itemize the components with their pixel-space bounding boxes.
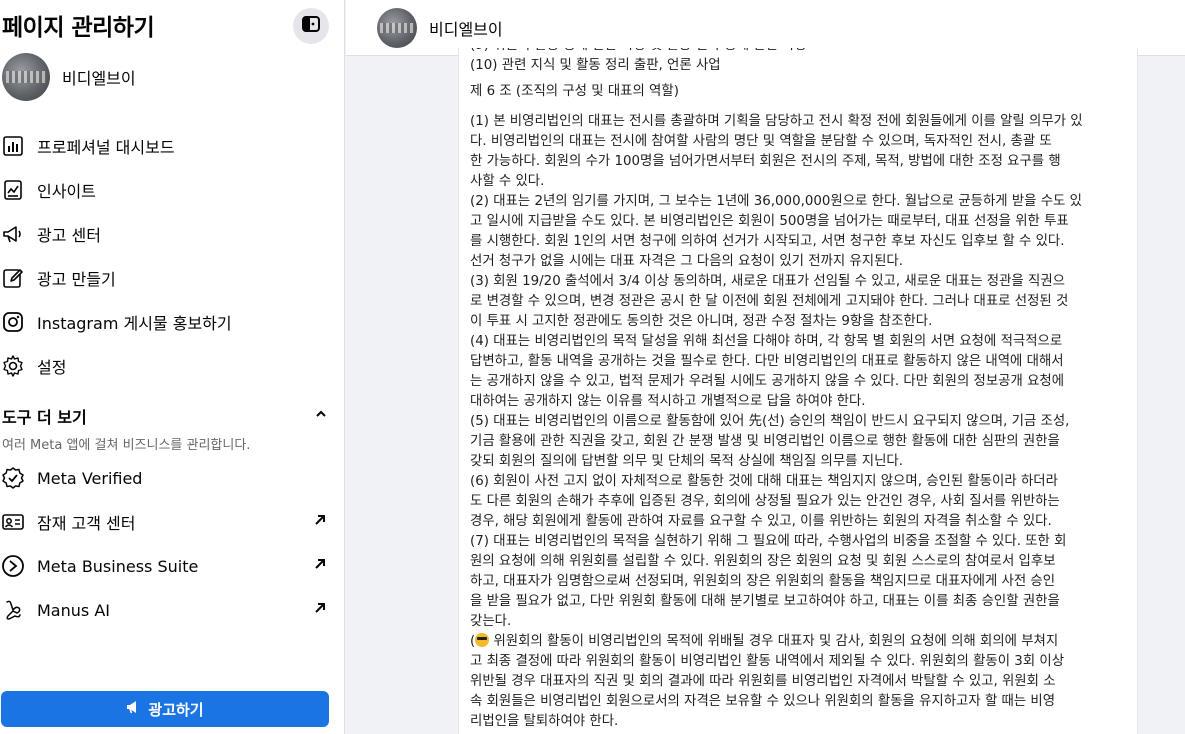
tools-section-header[interactable]: 도구 더 보기 여러 Meta 앱에 걸쳐 비즈니스를 관리합니다.	[2, 404, 332, 453]
insights-icon	[0, 177, 26, 203]
sunglasses-emoji-icon	[475, 633, 490, 647]
header-avatar[interactable]	[377, 7, 417, 48]
header-page-name[interactable]: 비디엘브이	[429, 16, 503, 40]
paragraph-8: ( 위원회의 활동이 비영리법인의 목적에 위배될 경우 대표자 및 감사, 회…	[470, 633, 1065, 729]
sidebar-item-audience-center[interactable]: 잠재 고객 센터	[0, 500, 345, 544]
sidebar-item-professional-dashboard[interactable]: 프로페셔널 대시보드	[0, 124, 345, 168]
sidebar-item-label: 설정	[37, 358, 67, 377]
sidebar-item-label: Meta Business Suite	[37, 556, 199, 576]
paragraph-3: (3) 회원 19/20 출석에서 3/4 이상 동의하며, 새로운 대표가 선…	[470, 274, 1069, 329]
sidebar-item-meta-verified[interactable]: Meta Verified	[0, 456, 345, 500]
item-10-line: (10) 관련 지식 및 활동 정리 출판, 언론 사업	[470, 58, 721, 73]
panel-toggle-icon	[301, 14, 321, 38]
sidebar-item-label: Instagram 게시물 홍보하기	[37, 314, 232, 333]
sidebar-item-instagram-promote[interactable]: Instagram 게시물 홍보하기	[0, 300, 345, 344]
manus-ai-icon	[0, 597, 26, 623]
sidebar-toggle-button[interactable]	[293, 8, 329, 44]
pencil-icon	[0, 265, 26, 291]
dashboard-icon	[0, 133, 26, 159]
article-6-heading: 제 6 조 (조직의 구성 및 대표의 역할)	[470, 84, 679, 99]
sidebar-item-settings[interactable]: 설정	[0, 344, 345, 388]
contact-card-icon	[0, 509, 26, 535]
external-link-icon	[313, 512, 327, 531]
paragraph-2: (2) 대표는 2년의 임기를 가지며, 그 보수는 1년에 36,000,00…	[470, 194, 1082, 269]
megaphone-icon	[126, 699, 142, 719]
post-text: (9) 위원회 활동 등에 관한 사항 및 활동 결과 등에 관한 사항 (10…	[470, 48, 1130, 732]
paragraph-5: (5) 대표는 비영리법인의 이름으로 활동함에 있어 先(선) 승인의 책임이…	[470, 414, 1070, 469]
advertise-button[interactable]: 광고하기	[1, 691, 329, 727]
clipped-line: (9) 위원회 활동 등에 관한 사항 및 활동 결과 등에 관한 사항	[470, 48, 1130, 56]
tools-subtitle: 여러 Meta 앱에 걸쳐 비즈니스를 관리합니다.	[2, 438, 251, 453]
paragraph-6: (6) 회원이 사전 고지 없이 자체적으로 활동한 것에 대해 대표는 책임지…	[470, 474, 1060, 529]
sidebar-item-label: Meta Verified	[37, 468, 143, 488]
page-name: 비디엘브이	[62, 69, 136, 88]
external-link-icon	[313, 600, 327, 619]
sidebar-item-label: 프로페셔널 대시보드	[37, 138, 175, 157]
sidebar-item-label: 광고 센터	[37, 226, 101, 245]
instagram-icon	[0, 309, 26, 335]
post-content: (9) 위원회 활동 등에 관한 사항 및 활동 결과 등에 관한 사항 (10…	[458, 48, 1138, 734]
sidebar-item-business-suite[interactable]: Meta Business Suite	[0, 544, 345, 588]
sidebar-item-insights[interactable]: 인사이트	[0, 168, 345, 212]
megaphone-icon	[0, 221, 26, 247]
sidebar-title: 페이지 관리하기	[2, 15, 155, 41]
page-avatar	[2, 53, 50, 101]
tools-menu: Meta Verified 잠재 고객 센터 Meta Business Sui…	[0, 456, 345, 632]
sidebar: 페이지 관리하기 비디엘브이 프로페셔널 대시보드 인사이트 광고 센터 광고 …	[0, 0, 345, 734]
sidebar-item-manus-ai[interactable]: Manus AI	[0, 588, 345, 632]
sidebar-menu: 프로페셔널 대시보드 인사이트 광고 센터 광고 만들기 Instagram 게…	[0, 124, 345, 388]
paragraph-7: (7) 대표는 비영리법인의 목적을 실현하기 위해 그 필요에 따라, 수행사…	[470, 534, 1067, 629]
business-suite-icon	[0, 553, 26, 579]
external-link-icon	[313, 556, 327, 575]
chevron-up-icon	[314, 406, 328, 425]
gear-icon	[0, 353, 26, 379]
verified-badge-icon	[0, 465, 26, 491]
tools-title: 도구 더 보기	[2, 408, 87, 427]
sidebar-item-label: 광고 만들기	[37, 270, 116, 289]
paragraph-4: (4) 대표는 비영리법인의 목적 달성을 위해 최선을 다해야 하며, 각 항…	[470, 334, 1065, 409]
page-switcher[interactable]: 비디엘브이	[0, 52, 136, 102]
paragraph-1: (1) 본 비영리법인의 대표는 전시를 총괄하며 기획을 담당하고 전시 확정…	[470, 114, 1083, 189]
sidebar-item-create-ad[interactable]: 광고 만들기	[0, 256, 345, 300]
sidebar-item-label: 인사이트	[37, 182, 96, 201]
app-root: 페이지 관리하기 비디엘브이 프로페셔널 대시보드 인사이트 광고 센터 광고 …	[0, 0, 1185, 734]
sidebar-item-ad-center[interactable]: 광고 센터	[0, 212, 345, 256]
sidebar-item-label: Manus AI	[37, 600, 110, 620]
advertise-button-label: 광고하기	[148, 700, 204, 719]
sidebar-item-label: 잠재 고객 센터	[37, 514, 136, 533]
